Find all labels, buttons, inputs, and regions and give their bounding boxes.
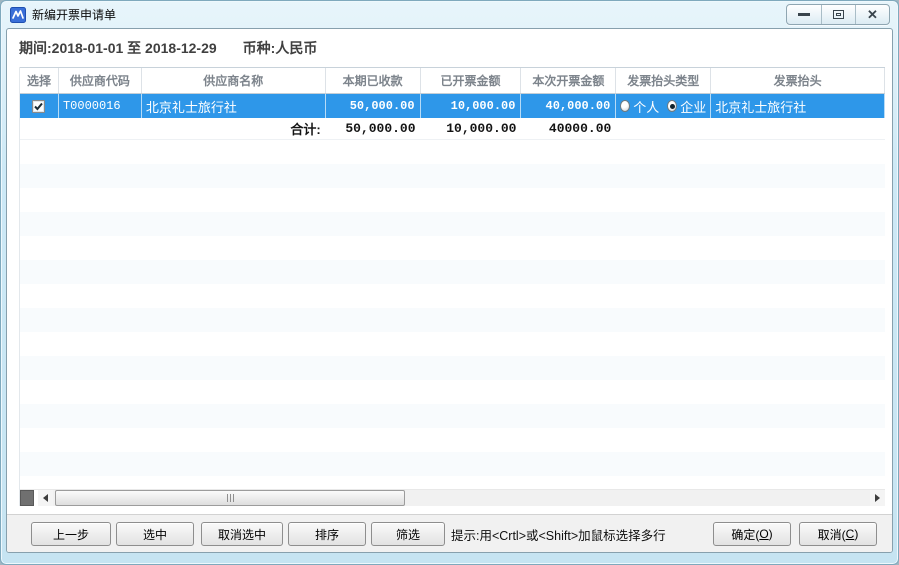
select-button[interactable]: 选中 <box>116 522 194 546</box>
deselect-button[interactable]: 取消选中 <box>201 522 283 546</box>
grid-corner-box <box>20 490 34 506</box>
arrow-right-icon <box>875 494 880 502</box>
column-header-current-invoice[interactable]: 本次开票金额 <box>521 68 616 93</box>
column-header-invoice-title[interactable]: 发票抬头 <box>711 68 885 93</box>
column-header-select[interactable]: 选择 <box>20 68 59 93</box>
supplier-invoice-table: 选择 供应商代码 供应商名称 本期已收款 已开票金额 本次开票金额 发票抬头类型… <box>19 67 885 506</box>
invoice-application-window: 新编开票申请单 ✕ 期间:2018-01-01 至 2018-12-29 币种:人… <box>0 0 899 565</box>
table-total-row: 合计: 50,000.00 10,000.00 40000.00 <box>20 118 885 140</box>
table-header-row: 选择 供应商代码 供应商名称 本期已收款 已开票金额 本次开票金额 发票抬头类型… <box>20 67 885 94</box>
row-select-checkbox[interactable] <box>32 100 45 113</box>
maximize-icon <box>833 10 844 19</box>
scroll-left-button[interactable] <box>38 490 53 506</box>
total-label: 合计: <box>142 118 326 139</box>
filter-button[interactable]: 筛选 <box>371 522 445 546</box>
window-title: 新编开票申请单 <box>32 6 116 23</box>
table-row[interactable]: T0000016 北京礼士旅行社 50,000.00 10,000.00 40,… <box>20 94 885 118</box>
supplier-code-cell: T0000016 <box>59 94 142 118</box>
radio-company-label[interactable]: 企业 <box>680 97 706 116</box>
grip-icon <box>230 494 231 502</box>
invoice-title-cell: 北京礼士旅行社 <box>711 94 885 118</box>
current-invoice-amount-cell: 40,000.00 <box>521 94 616 118</box>
scrollbar-thumb[interactable] <box>55 490 405 506</box>
footer-bar: 上一步 选中 取消选中 排序 筛选 提示:用<Crtl>或<Shift>加鼠标选… <box>7 514 892 552</box>
close-button[interactable]: ✕ <box>855 5 889 24</box>
radio-personal-label[interactable]: 个人 <box>633 97 659 116</box>
close-icon: ✕ <box>867 8 878 21</box>
horizontal-scrollbar[interactable] <box>20 489 885 506</box>
total-current-invoice-amount: 40000.00 <box>521 118 616 139</box>
row-select-cell <box>20 94 59 118</box>
supplier-name-cell: 北京礼士旅行社 <box>142 94 326 118</box>
currency-text: 币种:人民币 <box>243 40 318 56</box>
screen: 新编开票申请单 ✕ 期间:2018-01-01 至 2018-12-29 币种:人… <box>0 0 899 565</box>
titlebar[interactable]: 新编开票申请单 ✕ <box>1 1 898 28</box>
caption-buttons: ✕ <box>786 4 890 25</box>
previous-step-button[interactable]: 上一步 <box>31 522 111 546</box>
cancel-button[interactable]: 取消(C) <box>799 522 877 546</box>
radio-company[interactable] <box>667 100 677 112</box>
arrow-left-icon <box>43 494 48 502</box>
received-amount-cell: 50,000.00 <box>326 94 421 118</box>
total-received-amount: 50,000.00 <box>326 118 421 139</box>
minimize-button[interactable] <box>787 5 821 24</box>
table-empty-area <box>20 140 885 489</box>
column-header-title-type[interactable]: 发票抬头类型 <box>616 68 711 93</box>
column-header-invoiced[interactable]: 已开票金额 <box>421 68 522 93</box>
period-range-text: 期间:2018-01-01 至 2018-12-29 <box>19 40 217 56</box>
total-invoiced-amount: 10,000.00 <box>421 118 522 139</box>
ok-button[interactable]: 确定(O) <box>713 522 791 546</box>
radio-personal[interactable] <box>620 100 630 112</box>
app-icon <box>10 7 26 23</box>
invoiced-amount-cell: 10,000.00 <box>421 94 522 118</box>
column-header-received[interactable]: 本期已收款 <box>326 68 421 93</box>
multi-select-hint: 提示:用<Crtl>或<Shift>加鼠标选择多行 <box>451 515 666 553</box>
check-icon <box>33 101 44 112</box>
invoice-title-type-cell: 个人 企业 <box>616 94 711 118</box>
minimize-icon <box>798 13 810 16</box>
scroll-right-button[interactable] <box>870 490 885 506</box>
period-bar: 期间:2018-01-01 至 2018-12-29 币种:人民币 <box>19 38 317 58</box>
maximize-button[interactable] <box>821 5 855 24</box>
column-header-supplier-name[interactable]: 供应商名称 <box>142 68 326 93</box>
scrollbar-track[interactable] <box>53 490 870 506</box>
client-area: 期间:2018-01-01 至 2018-12-29 币种:人民币 选择 供应商代… <box>6 28 893 553</box>
column-header-supplier-code[interactable]: 供应商代码 <box>59 68 142 93</box>
sort-button[interactable]: 排序 <box>288 522 366 546</box>
